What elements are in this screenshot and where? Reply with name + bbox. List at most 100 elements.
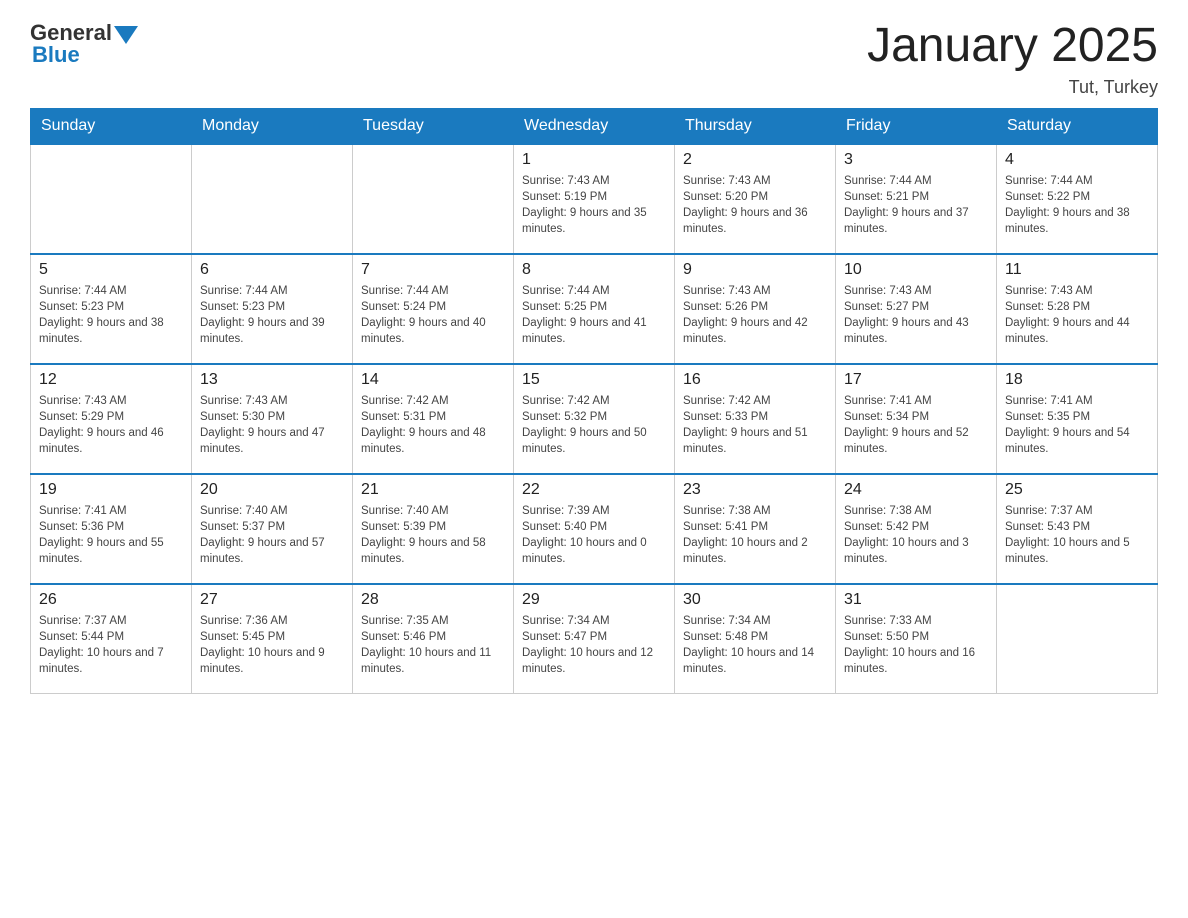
day-info: Sunrise: 7:44 AMSunset: 5:23 PMDaylight:… — [200, 283, 344, 347]
day-number: 26 — [39, 591, 183, 609]
calendar-week-row: 1 Sunrise: 7:43 AMSunset: 5:19 PMDaylight… — [31, 144, 1158, 254]
day-info: Sunrise: 7:38 AMSunset: 5:41 PMDaylight:… — [683, 503, 827, 567]
table-row: 29 Sunrise: 7:34 AMSunset: 5:47 PMDayligh… — [514, 584, 675, 694]
table-row: 26 Sunrise: 7:37 AMSunset: 5:44 PMDayligh… — [31, 584, 192, 694]
day-number: 20 — [200, 481, 344, 499]
table-row: 27Sunrise: 7:36 AMSunset: 5:45 PMDayligh… — [192, 584, 353, 694]
day-number: 10 — [844, 261, 988, 279]
table-row — [997, 584, 1158, 694]
day-number: 7 — [361, 261, 505, 279]
table-row: 13 Sunrise: 7:43 AMSunset: 5:30 PMDayligh… — [192, 364, 353, 474]
day-number: 2 — [683, 151, 827, 169]
col-monday: Monday — [192, 108, 353, 144]
table-row: 14Sunrise: 7:42 AMSunset: 5:31 PMDayligh… — [353, 364, 514, 474]
calendar-location: Tut, Turkey — [867, 77, 1158, 98]
day-number: 4 — [1005, 151, 1149, 169]
day-info: Sunrise: 7:41 AMSunset: 5:35 PMDaylight:… — [1005, 393, 1149, 457]
day-info: Sunrise: 7:44 AMSunset: 5:21 PMDaylight:… — [844, 173, 988, 237]
day-info: Sunrise: 7:42 AMSunset: 5:33 PMDaylight:… — [683, 393, 827, 457]
day-info: Sunrise: 7:43 AMSunset: 5:30 PMDaylight:… — [200, 393, 344, 457]
day-info: Sunrise: 7:42 AMSunset: 5:31 PMDaylight:… — [361, 393, 505, 457]
day-info: Sunrise: 7:44 AMSunset: 5:22 PMDaylight:… — [1005, 173, 1149, 237]
table-row: 31Sunrise: 7:33 AMSunset: 5:50 PMDayligh… — [836, 584, 997, 694]
day-info: Sunrise: 7:43 AMSunset: 5:27 PMDaylight:… — [844, 283, 988, 347]
day-number: 23 — [683, 481, 827, 499]
day-info: Sunrise: 7:43 AMSunset: 5:19 PMDaylight:… — [522, 173, 666, 237]
col-sunday: Sunday — [31, 108, 192, 144]
table-row: 4 Sunrise: 7:44 AMSunset: 5:22 PMDaylight… — [997, 144, 1158, 254]
title-section: January 2025 Tut, Turkey — [867, 20, 1158, 98]
day-info: Sunrise: 7:34 AMSunset: 5:48 PMDaylight:… — [683, 613, 827, 677]
day-info: Sunrise: 7:40 AMSunset: 5:39 PMDaylight:… — [361, 503, 505, 567]
page-header: General Blue January 2025 Tut, Turkey — [30, 20, 1158, 98]
table-row — [31, 144, 192, 254]
day-number: 15 — [522, 371, 666, 389]
table-row: 17Sunrise: 7:41 AMSunset: 5:34 PMDayligh… — [836, 364, 997, 474]
calendar-week-row: 26 Sunrise: 7:37 AMSunset: 5:44 PMDayligh… — [31, 584, 1158, 694]
col-thursday: Thursday — [675, 108, 836, 144]
table-row: 18 Sunrise: 7:41 AMSunset: 5:35 PMDayligh… — [997, 364, 1158, 474]
day-info: Sunrise: 7:43 AMSunset: 5:28 PMDaylight:… — [1005, 283, 1149, 347]
day-number: 27 — [200, 591, 344, 609]
day-info: Sunrise: 7:43 AMSunset: 5:29 PMDaylight:… — [39, 393, 183, 457]
day-number: 29 — [522, 591, 666, 609]
day-number: 9 — [683, 261, 827, 279]
table-row: 12 Sunrise: 7:43 AMSunset: 5:29 PMDayligh… — [31, 364, 192, 474]
calendar-week-row: 19 Sunrise: 7:41 AMSunset: 5:36 PMDayligh… — [31, 474, 1158, 584]
day-number: 5 — [39, 261, 183, 279]
table-row: 11Sunrise: 7:43 AMSunset: 5:28 PMDayligh… — [997, 254, 1158, 364]
day-number: 16 — [683, 371, 827, 389]
day-number: 13 — [200, 371, 344, 389]
table-row: 25Sunrise: 7:37 AMSunset: 5:43 PMDayligh… — [997, 474, 1158, 584]
day-info: Sunrise: 7:44 AMSunset: 5:25 PMDaylight:… — [522, 283, 666, 347]
day-info: Sunrise: 7:42 AMSunset: 5:32 PMDaylight:… — [522, 393, 666, 457]
table-row: 3 Sunrise: 7:44 AMSunset: 5:21 PMDaylight… — [836, 144, 997, 254]
day-info: Sunrise: 7:39 AMSunset: 5:40 PMDaylight:… — [522, 503, 666, 567]
day-number: 6 — [200, 261, 344, 279]
day-info: Sunrise: 7:34 AMSunset: 5:47 PMDaylight:… — [522, 613, 666, 677]
day-info: Sunrise: 7:33 AMSunset: 5:50 PMDaylight:… — [844, 613, 988, 677]
table-row: 24 Sunrise: 7:38 AMSunset: 5:42 PMDayligh… — [836, 474, 997, 584]
calendar-table: Sunday Monday Tuesday Wednesday Thursday… — [30, 108, 1158, 695]
logo-blue-text: Blue — [30, 42, 80, 68]
day-info: Sunrise: 7:38 AMSunset: 5:42 PMDaylight:… — [844, 503, 988, 567]
col-tuesday: Tuesday — [353, 108, 514, 144]
table-row: 19 Sunrise: 7:41 AMSunset: 5:36 PMDayligh… — [31, 474, 192, 584]
table-row — [192, 144, 353, 254]
table-row: 7Sunrise: 7:44 AMSunset: 5:24 PMDaylight… — [353, 254, 514, 364]
day-number: 3 — [844, 151, 988, 169]
calendar-week-row: 12 Sunrise: 7:43 AMSunset: 5:29 PMDayligh… — [31, 364, 1158, 474]
calendar-week-row: 5 Sunrise: 7:44 AMSunset: 5:23 PMDaylight… — [31, 254, 1158, 364]
table-row: 16 Sunrise: 7:42 AMSunset: 5:33 PMDayligh… — [675, 364, 836, 474]
table-row: 9 Sunrise: 7:43 AMSunset: 5:26 PMDaylight… — [675, 254, 836, 364]
table-row: 1 Sunrise: 7:43 AMSunset: 5:19 PMDaylight… — [514, 144, 675, 254]
col-saturday: Saturday — [997, 108, 1158, 144]
day-number: 1 — [522, 151, 666, 169]
table-row: 10 Sunrise: 7:43 AMSunset: 5:27 PMDayligh… — [836, 254, 997, 364]
col-wednesday: Wednesday — [514, 108, 675, 144]
day-info: Sunrise: 7:43 AMSunset: 5:20 PMDaylight:… — [683, 173, 827, 237]
table-row: 15 Sunrise: 7:42 AMSunset: 5:32 PMDayligh… — [514, 364, 675, 474]
day-info: Sunrise: 7:43 AMSunset: 5:26 PMDaylight:… — [683, 283, 827, 347]
day-info: Sunrise: 7:44 AMSunset: 5:23 PMDaylight:… — [39, 283, 183, 347]
table-row: 28Sunrise: 7:35 AMSunset: 5:46 PMDayligh… — [353, 584, 514, 694]
logo: General Blue — [30, 20, 140, 68]
day-number: 28 — [361, 591, 505, 609]
table-row: 6 Sunrise: 7:44 AMSunset: 5:23 PMDaylight… — [192, 254, 353, 364]
day-number: 18 — [1005, 371, 1149, 389]
table-row: 23 Sunrise: 7:38 AMSunset: 5:41 PMDayligh… — [675, 474, 836, 584]
table-row: 8 Sunrise: 7:44 AMSunset: 5:25 PMDaylight… — [514, 254, 675, 364]
day-number: 21 — [361, 481, 505, 499]
logo-arrow-icon — [114, 26, 138, 44]
day-number: 8 — [522, 261, 666, 279]
day-number: 12 — [39, 371, 183, 389]
table-row: 30Sunrise: 7:34 AMSunset: 5:48 PMDayligh… — [675, 584, 836, 694]
day-info: Sunrise: 7:37 AMSunset: 5:44 PMDaylight:… — [39, 613, 183, 677]
day-number: 22 — [522, 481, 666, 499]
day-number: 19 — [39, 481, 183, 499]
day-info: Sunrise: 7:41 AMSunset: 5:36 PMDaylight:… — [39, 503, 183, 567]
day-info: Sunrise: 7:37 AMSunset: 5:43 PMDaylight:… — [1005, 503, 1149, 567]
day-number: 24 — [844, 481, 988, 499]
table-row: 2 Sunrise: 7:43 AMSunset: 5:20 PMDaylight… — [675, 144, 836, 254]
day-number: 17 — [844, 371, 988, 389]
